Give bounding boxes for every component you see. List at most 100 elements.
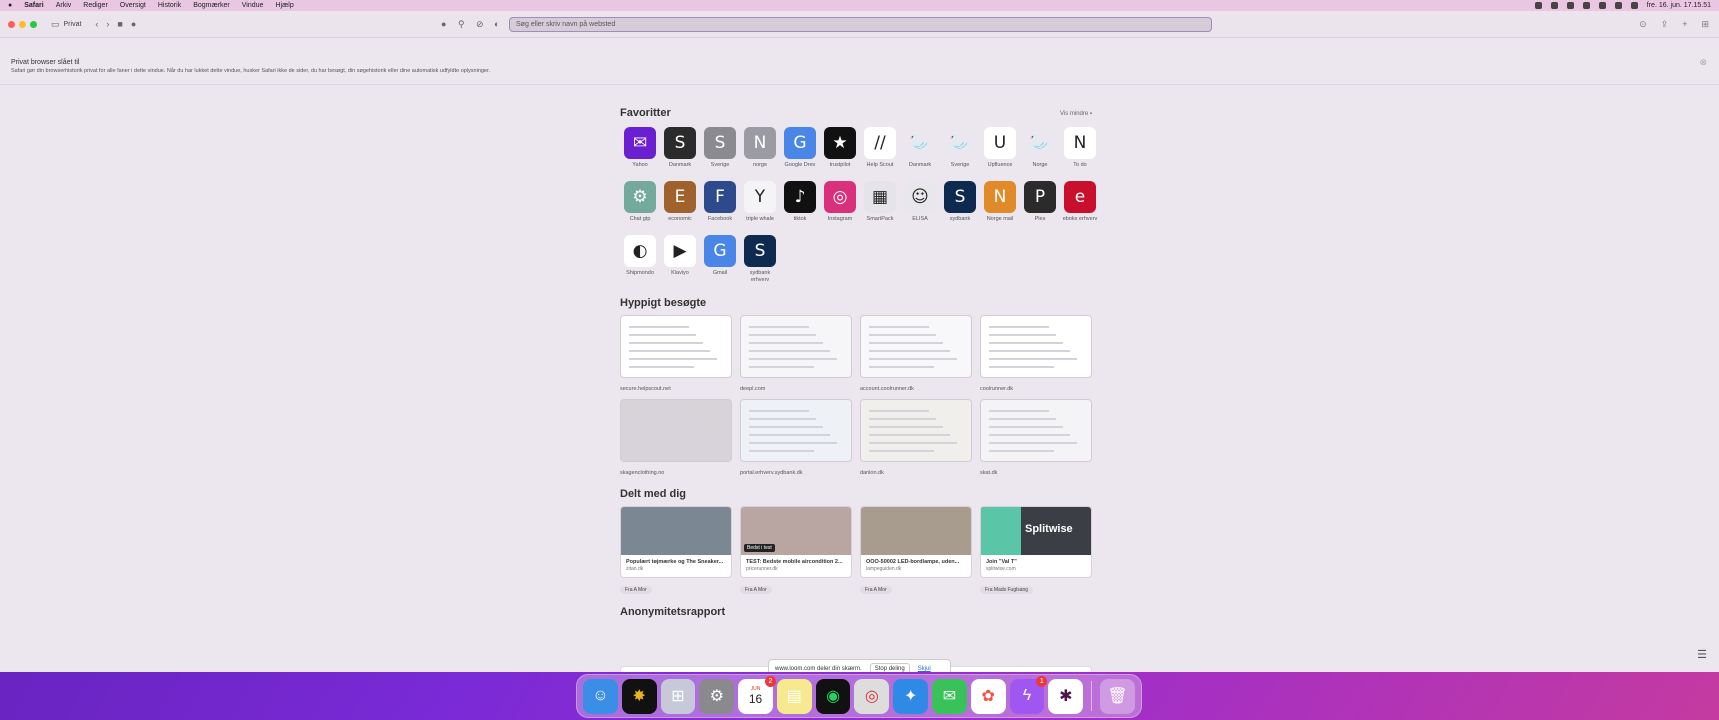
frequent-coolrunner-dk[interactable]: coolrunner.dk [980,315,1092,392]
control-center-icon[interactable] [1630,2,1638,9]
frequent-skagenclothing-no[interactable]: skagenclothing.no [620,399,732,476]
favorite-sverige[interactable]: 🦢 Sverige [940,127,980,177]
favorite-sverige[interactable]: S Sverige [700,127,740,177]
show-less-button[interactable]: Vis mindre ▪ [1060,111,1092,117]
frequent-portal-erhverv-sydbank-dk[interactable]: portal.erhverv.sydbank.dk [740,399,852,476]
favorite-yahoo[interactable]: ✉ Yahoo [620,127,660,177]
frequent-deepl-com[interactable]: deepl.com [740,315,852,392]
zoom-window-button[interactable] [30,20,37,28]
favorite-google-drev[interactable]: G Google Drev [780,127,820,177]
settings-icon[interactable]: ☰ [1697,648,1707,661]
menu-clock[interactable]: fre. 16. jun. 17.15.51 [1647,2,1711,9]
shared-item[interactable]: Splitwise Join "Val T" splitwise.com Fra Ma… [980,506,1092,596]
hide-link[interactable]: Skjul [918,666,931,672]
favorite-elisa[interactable]: ☺ ELISA [900,181,940,231]
shield-icon[interactable]: ◐ [494,19,499,29]
menu-rediger[interactable]: Rediger [83,2,108,9]
menu-bogmaerker[interactable]: Bogmærker [193,2,230,9]
favorite-label: Instagram [827,216,853,222]
menu-oversigt[interactable]: Oversigt [120,2,146,9]
launchpad-icon[interactable]: ⊞ [660,678,696,714]
bluetooth-icon[interactable] [1566,2,1574,9]
shared-site: lampeguiden.dk [866,566,902,572]
system-settings-icon[interactable]: ⚙ [699,678,735,714]
shared-from-badge[interactable]: Fra Mads Fuglsang [980,586,1034,594]
address-bar[interactable]: Søg eller skriv navn på websted [509,17,1212,32]
finder-icon[interactable]: ☺ [583,678,618,714]
favorite-to-do[interactable]: N To do [1060,127,1100,177]
shared-from-badge[interactable]: Fra A Mor [860,586,892,594]
keeper-icon[interactable]: ✸ [621,678,657,714]
favorite-economic[interactable]: Eeconomic [660,181,700,231]
favorite-norge-mail[interactable]: N Norge mail [980,181,1020,231]
spotify-icon[interactable]: ◉ [815,678,851,714]
stop-sharing-button[interactable]: Stop deling [869,663,910,672]
new-tab-icon[interactable]: + [1682,19,1687,30]
frequent-danlon-dk[interactable]: danlon.dk [860,399,972,476]
close-banner-icon[interactable]: ⊗ [1699,57,1707,68]
frequent-account-coolrunner-dk[interactable]: account.coolrunner.dk [860,315,972,392]
favorite-sydbank-erhverv[interactable]: Ssydbank erhverv [740,235,780,285]
shared-from-badge[interactable]: Fra A Mor [620,586,652,594]
frequent-skat-dk[interactable]: skat.dk [980,399,1092,476]
favorite-danmark[interactable]: S Danmark [660,127,700,177]
favorite-trustpilot[interactable]: ★ trustpilot [820,127,860,177]
menu-vindue[interactable]: Vindue [242,2,264,9]
privacy-report-icon[interactable]: ● [441,19,446,29]
chrome-icon[interactable]: ◎ [854,678,890,714]
favorite-sydbank[interactable]: Ssydbank [940,181,980,231]
trash-icon[interactable]: 🗑 [1100,678,1135,714]
favorite-eboks-erhverv[interactable]: e eboks erhverv [1060,181,1100,231]
favorite-tiktok[interactable]: ♪ tiktok [780,181,820,231]
frequent-secure-helpscout-net[interactable]: secure.helpscout.net [620,315,732,392]
dock-separator [1091,681,1093,711]
favorite-instagram[interactable]: ◎ Instagram [820,181,860,231]
shared-item[interactable]: Populært tøjmærke og The Sneaker... zitan… [620,506,732,596]
back-icon[interactable]: ‹ [95,19,98,29]
favorite-chat-gtp[interactable]: ⚙ Chat gtp [620,181,660,231]
menu-arkiv[interactable]: Arkiv [56,2,72,9]
shared-from-badge[interactable]: Fra A Mor [740,586,772,594]
tab-overview-icon[interactable]: ⊞ [1701,19,1709,30]
loom-status-icon[interactable] [1534,2,1542,9]
forward-icon[interactable]: › [106,19,109,29]
calendar-icon[interactable]: JUN 16 2 [738,675,776,714]
menu-historik[interactable]: Historik [158,2,181,9]
favorite-help-scout[interactable]: // Help Scout [860,127,900,177]
shared-item[interactable]: Bedst i test TEST: Bedste mobile aircondi… [740,506,852,596]
favorite-norge[interactable]: Nnorge [740,127,780,177]
minimize-window-button[interactable] [19,20,26,28]
favorite-smartpack[interactable]: ▦ SmartPack [860,181,900,231]
downloads-icon[interactable]: ⊙ [1639,19,1647,30]
slack-icon[interactable]: ✱ [1048,678,1084,714]
favorite-norge[interactable]: 🦢 Norge [1020,127,1060,177]
messenger-icon[interactable]: ϟ 1 [1009,675,1048,714]
extension-circle-icon[interactable]: ● [131,19,136,29]
favorite-facebook[interactable]: F Facebook [700,181,740,231]
notes-icon[interactable]: ▤ [776,678,812,714]
shared-item[interactable]: OOO-50002 LED-bordlampe, uden... lampegui… [860,506,972,596]
favorite-danmark[interactable]: 🦢 Danmark [900,127,940,177]
menu-safari[interactable]: Safari [24,2,43,9]
safari-icon[interactable]: ✦ [893,678,929,714]
favorite-triple-whale[interactable]: Ytriple whale [740,181,780,231]
apple-icon[interactable]: ● [8,2,12,9]
favorite-shipmondo[interactable]: ◐ Shipmondo [620,235,660,285]
close-window-button[interactable] [8,20,15,28]
block-icon[interactable]: ⊘ [476,19,484,30]
favorite-ples[interactable]: P Ples [1020,181,1060,231]
wifi-icon[interactable] [1598,2,1606,9]
favorite-upfluence[interactable]: U Upfluence [980,127,1020,177]
sidebar-icon[interactable]: ▭ [51,19,60,30]
menu-hjaelp[interactable]: Hjælp [275,2,293,9]
messages-icon[interactable]: ✉ [932,678,967,714]
favorite-klaviyo[interactable]: ▶ Klaviyo [660,235,700,285]
search-icon[interactable] [1614,2,1622,9]
favorite-gmail[interactable]: G Gmail [700,235,740,285]
share-icon[interactable]: ⇪ [1661,19,1669,30]
extension-icon[interactable]: ■ [117,19,122,29]
battery-icon[interactable] [1582,2,1590,9]
accessibility-icon[interactable]: ⚲ [458,19,465,30]
photos-icon[interactable]: ✿ [970,678,1006,714]
screen-icon[interactable] [1550,2,1558,9]
